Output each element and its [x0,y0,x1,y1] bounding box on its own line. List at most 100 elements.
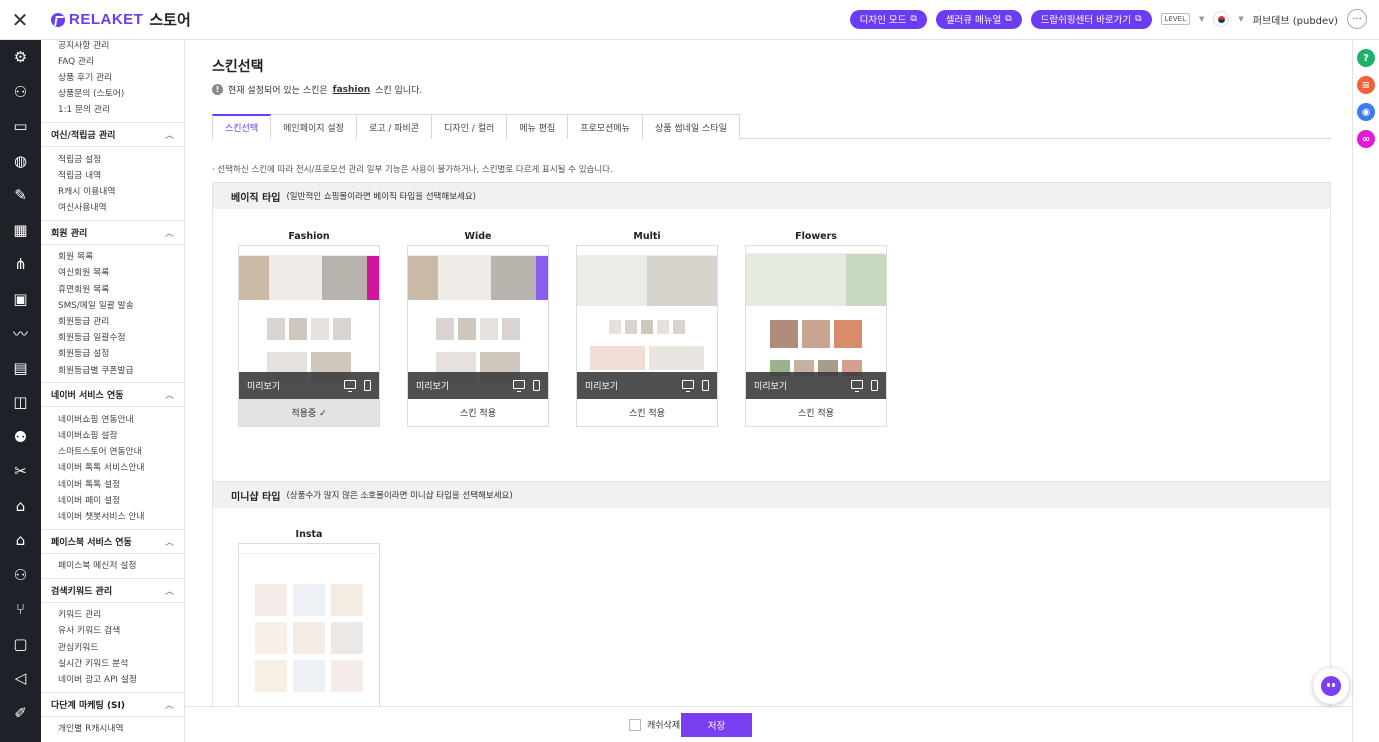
hierarchy-icon[interactable]: ⑂ [0,592,41,627]
desktop-icon[interactable] [513,380,525,392]
korea-flag-icon[interactable] [1213,11,1230,27]
apply-skin-button[interactable]: 스킨 적용 [408,399,548,426]
dropshipping-center-button[interactable]: 드랍쉬핑센터 바로가기 ⧉ [1030,9,1152,29]
close-icon[interactable]: ✕ [0,0,40,40]
sidebar-item[interactable]: 적립금 설정 [41,150,184,166]
logo[interactable]: RELAKET 스토어 [51,9,191,30]
sidebar-item[interactable]: 회원등급 일괄수정 [41,329,184,345]
sidebar-item[interactable]: 휴면회원 목록 [41,280,184,296]
sidebar-item[interactable]: 여신회원 목록 [41,264,184,280]
skin-thumbnail[interactable]: 미리보기 스킨 적용 [407,245,549,427]
save-button[interactable]: 저장 [681,713,752,737]
megaphone-icon[interactable]: ◁ [0,661,41,696]
sidebar-group-header[interactable]: 회원 관리 ︿ [41,219,184,245]
mobile-icon[interactable] [702,380,709,391]
help-icon[interactable]: ? [1357,49,1375,67]
chevron-down-icon[interactable]: ▼ [1199,15,1204,23]
sidebar-item[interactable]: 1:1 문의 관리 [41,101,184,117]
tab-promotion-menu[interactable]: 프로모션메뉴 [568,114,643,139]
shield-icon[interactable]: ◉ [1357,103,1375,121]
sidebar-item[interactable]: SMS/메일 일괄 발송 [41,296,184,312]
skin-thumbnail[interactable] [238,543,380,706]
sidebar-item[interactable]: 회원등급 설정 [41,345,184,361]
sidebar-item[interactable]: 페이스북 메신저 설정 [41,557,184,573]
tab-main-page-settings[interactable]: 메인페이지 설정 [271,114,357,139]
tab-thumbnail-style[interactable]: 상품 썸네일 스타일 [642,114,740,139]
tab-skin-select[interactable]: 스킨선택 [212,114,272,140]
globe-icon[interactable]: ◍ [0,144,41,179]
user-name[interactable]: 퍼브데브 (pubdev) [1253,12,1338,27]
chevron-down-icon[interactable]: ▼ [1238,15,1243,23]
book-icon[interactable]: ▭ [0,109,41,144]
desktop-icon[interactable] [682,380,694,392]
tab-menu-edit[interactable]: 메뉴 편집 [507,114,569,139]
sidebar-item[interactable]: 관심키워드 [41,638,184,654]
tab-logo-favicon[interactable]: 로고 / 파비콘 [356,114,433,139]
sidebar-item[interactable]: 공지사항 관리 [41,40,184,52]
sidebar-item[interactable]: 여신사용내역 [41,199,184,215]
members-icon[interactable]: ⚉ [0,420,41,455]
notes-icon[interactable]: ≡ [1357,76,1375,94]
pub-icon[interactable]: ▢ [0,627,41,662]
cache-clear-checkbox[interactable] [629,718,641,731]
sidebar-item[interactable]: FAQ 관리 [41,52,184,68]
store-icon[interactable]: ▦ [0,213,41,248]
skin-thumbnail[interactable]: 미리보기 스킨 적용 [745,245,887,427]
sidebar-group-header[interactable]: 다단계 마케팅 (SI) ︿ [41,691,184,717]
sidebar-item[interactable]: 네이버 톡톡 설정 [41,475,184,491]
sidebar-item[interactable]: 네이버 챗봇서비스 안내 [41,507,184,523]
sidebar-item[interactable]: 키워드 관리 [41,606,184,622]
sidebar-item[interactable]: 스마트스토어 연동안내 [41,443,184,459]
sidebar-item[interactable]: 네이버쇼핑 연동안내 [41,410,184,426]
tab-design-color[interactable]: 디자인 / 컬러 [432,114,508,139]
level-badge[interactable]: LEVEL [1160,13,1190,25]
preview-bar[interactable]: 미리보기 [577,372,717,399]
sidebar-group-header[interactable]: 여신/적립금 관리 ︿ [41,121,184,147]
apply-skin-button[interactable]: 스킨 적용 [577,399,717,426]
apply-skin-button[interactable]: 스킨 적용 [746,399,886,426]
sidebar-item[interactable]: 상품문의 (스토어) [41,85,184,101]
seller-manual-button[interactable]: 셀러큐 매뉴얼 ⧉ [935,9,1022,29]
tools-icon[interactable]: ✂ [0,454,41,489]
sidebar-item[interactable]: 회원등급 관리 [41,312,184,328]
notes-icon[interactable]: ✐ [0,696,41,731]
sidebar-group-header[interactable]: 네이버 서비스 연동 ︿ [41,382,184,408]
sidebar-item[interactable]: 네이버 톡톡 서비스안내 [41,459,184,475]
warehouse-icon[interactable]: ⌂ [0,523,41,558]
trend-icon[interactable]: 〰 [0,316,41,351]
sidebar-item[interactable]: 회원 목록 [41,248,184,264]
display-icon[interactable]: ◫ [0,385,41,420]
sidebar-item[interactable]: 네이버쇼핑 설정 [41,426,184,442]
chatbot-button[interactable] [1313,668,1349,704]
sidebar-group-header[interactable]: 페이스북 서비스 연동 ︿ [41,528,184,554]
sidebar-item[interactable]: 개인별 R캐시내역 [41,720,184,736]
edit-document-icon[interactable]: ✎ [0,178,41,213]
more-icon[interactable]: ··· [1347,9,1367,29]
current-skin-link[interactable]: fashion [333,85,370,95]
preview-bar[interactable]: 미리보기 [746,372,886,399]
sidebar-group-header[interactable]: 검색키워드 관리 ︿ [41,577,184,603]
skin-applied-button[interactable]: 적용중 ✓ [239,399,379,426]
mobile-icon[interactable] [364,380,371,391]
sidebar-item[interactable]: 네이버 광고 API 설정 [41,670,184,686]
sidebar-item[interactable]: 실시간 키워드 분석 [41,654,184,670]
desktop-icon[interactable] [851,380,863,392]
mobile-icon[interactable] [533,380,540,391]
skin-thumbnail[interactable]: 미리보기 적용중 ✓ [238,245,380,427]
preview-bar[interactable]: 미리보기 [408,372,548,399]
chat-icon[interactable]: ∞ [1357,130,1375,148]
sidebar-item[interactable]: R캐시 이용내역 [41,182,184,198]
sidebar-item[interactable]: 회원등급별 쿠폰발급 [41,361,184,377]
skin-thumbnail[interactable]: 미리보기 스킨 적용 [576,245,718,427]
desktop-icon[interactable] [344,380,356,392]
group-icon[interactable]: ⚇ [0,558,41,593]
admin-user-icon[interactable]: ⚇ [0,75,41,110]
sidebar-item[interactable]: 네이버 페이 설정 [41,491,184,507]
settings-icon[interactable]: ⚙ [0,40,41,75]
shop-icon[interactable]: ⌂ [0,489,41,524]
calculator-icon[interactable]: ▤ [0,351,41,386]
sidebar-item[interactable]: 유사 키워드 검색 [41,622,184,638]
sidebar-item[interactable]: 상품 후기 관리 [41,68,184,84]
monitor-icon[interactable]: ▣ [0,282,41,317]
mobile-icon[interactable] [871,380,878,391]
